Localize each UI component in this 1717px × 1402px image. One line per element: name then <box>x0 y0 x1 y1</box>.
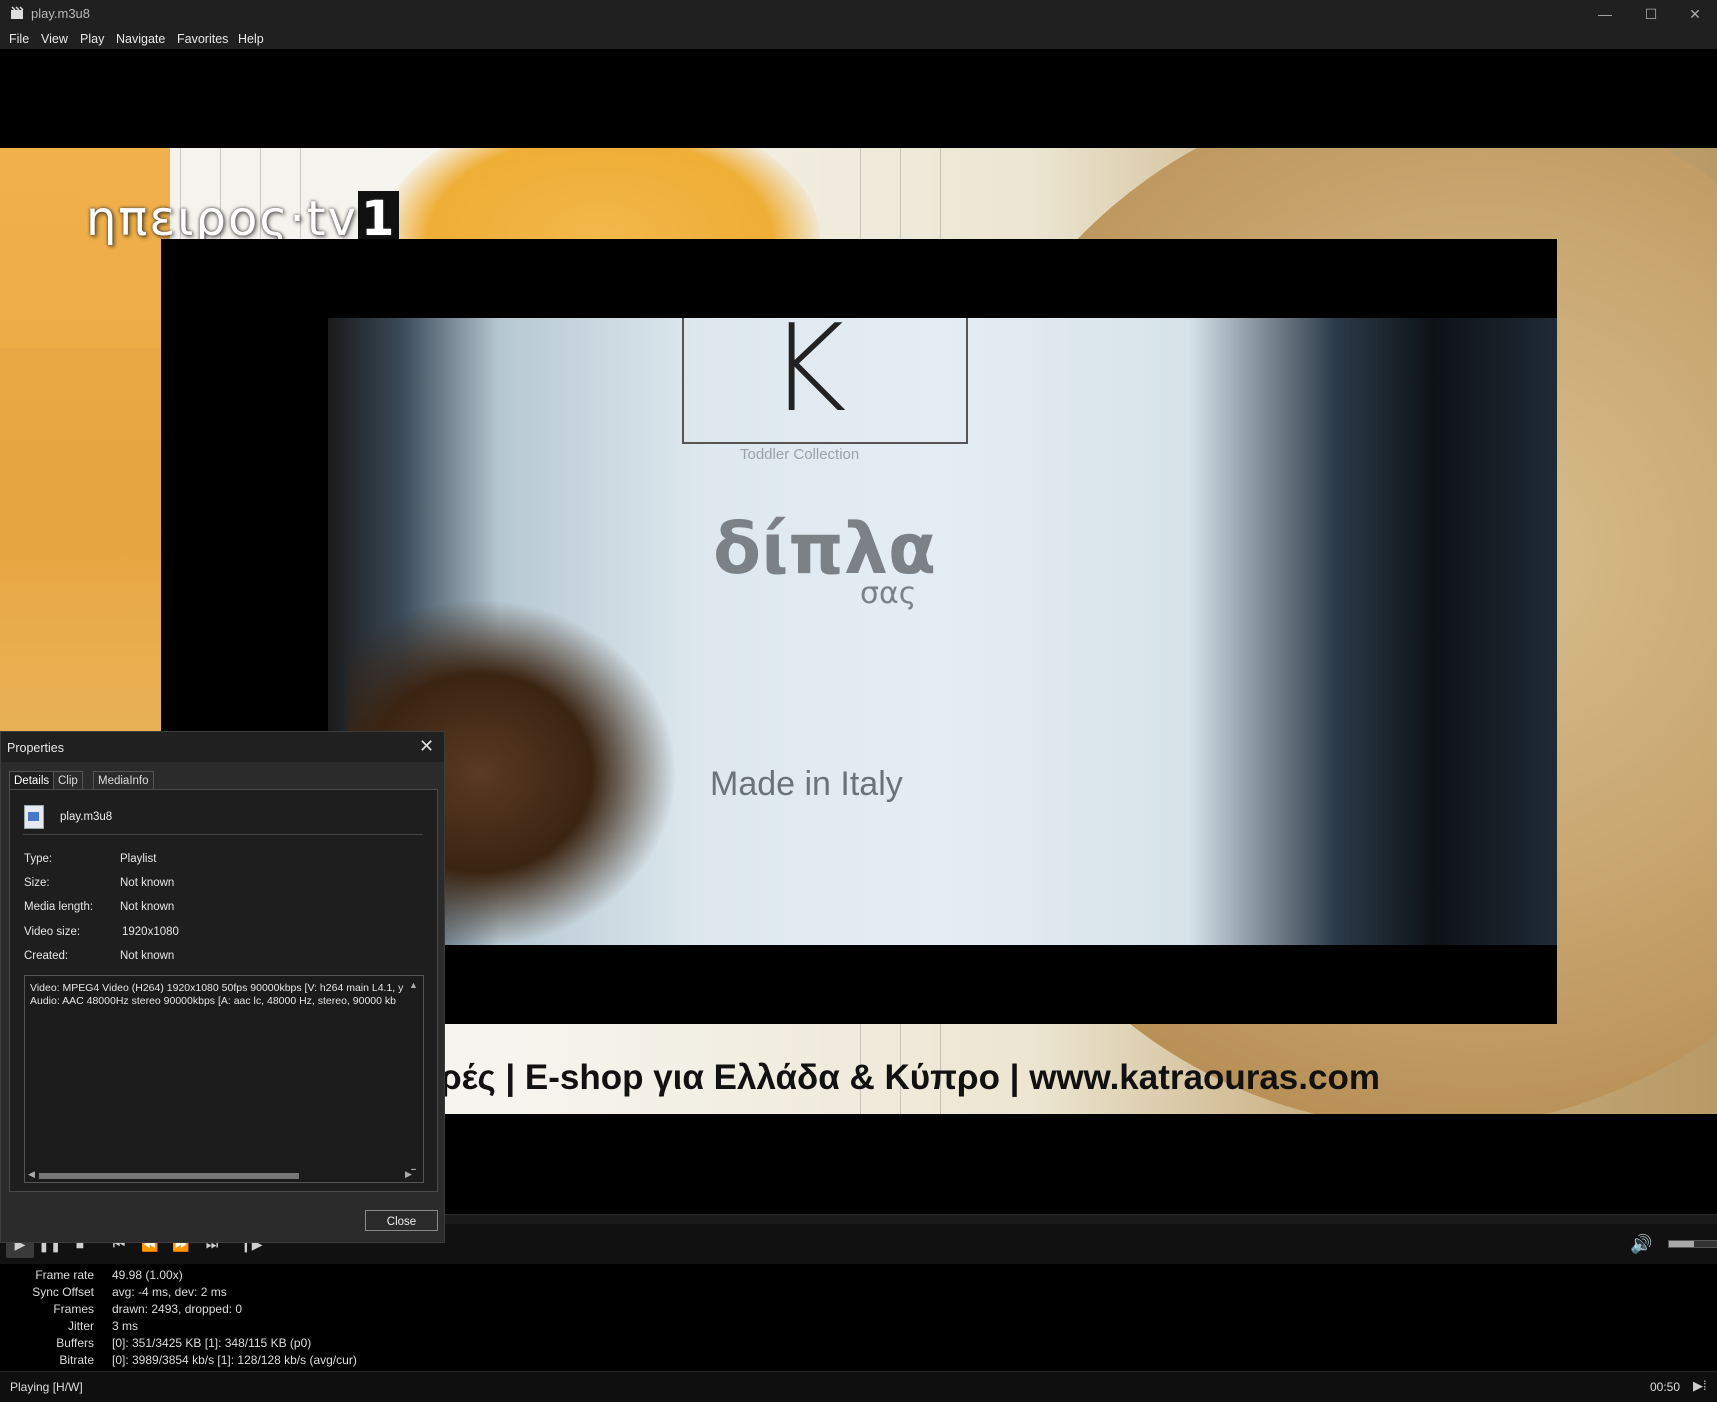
stat-value: drawn: 2493, dropped: 0 <box>112 1302 243 1316</box>
prop-label: Type: <box>24 853 53 865</box>
menu-play[interactable]: Play <box>80 32 104 46</box>
stat-label: Bitrate <box>59 1353 94 1367</box>
prop-label: Media length: <box>24 901 94 913</box>
dialog-title-bar: Properties ✕ <box>1 732 444 762</box>
stat-value: 49.98 (1.00x) <box>112 1268 183 1282</box>
file-icon <box>24 805 44 829</box>
stat-label: Frame rate <box>35 1268 94 1282</box>
brand-tagline: Toddler Collection <box>740 446 860 463</box>
app-icon <box>10 6 24 20</box>
scroll-thumb[interactable] <box>39 1173 299 1179</box>
stat-value: avg: -4 ms, dev: 2 ms <box>112 1285 227 1299</box>
dialog-close-icon[interactable]: ✕ <box>419 736 434 757</box>
scroll-right-icon[interactable]: ▶ <box>405 1169 412 1180</box>
prop-value: Playlist <box>120 853 157 865</box>
close-icon[interactable]: ✕ <box>1672 0 1717 28</box>
media-info-text[interactable]: Video: MPEG4 Video (H264) 1920x1080 50fp… <box>24 975 424 1183</box>
menu-help[interactable]: Help <box>238 32 264 46</box>
prop-value: Not known <box>120 950 175 962</box>
stat-label: Frames <box>53 1302 94 1316</box>
menu-navigate[interactable]: Navigate <box>116 32 165 46</box>
prop-value: Not known <box>120 901 175 913</box>
menu-favorites[interactable]: Favorites <box>177 32 228 46</box>
scroll-up-icon[interactable]: ▲ <box>409 980 418 990</box>
menu-view[interactable]: View <box>41 32 68 46</box>
properties-dialog: Properties ✕ Details Clip MediaInfo play… <box>0 731 445 1243</box>
file-name: play.m3u8 <box>60 811 113 823</box>
stat-label: Sync Offset <box>32 1285 94 1299</box>
volume-level <box>1669 1241 1694 1247</box>
status-time: 00:50 <box>1650 1380 1681 1394</box>
prop-label: Created: <box>24 950 69 962</box>
info-line: Audio: AAC 48000Hz stereo 90000kbps [A: … <box>30 995 396 1007</box>
advert-frame: K Toddler Collection δίπλα σας Made in I… <box>328 318 1557 945</box>
menu-file[interactable]: File <box>9 32 29 46</box>
prop-value: Not known <box>120 877 175 889</box>
brand-subtitle: σας <box>860 576 917 611</box>
made-in-label: Made in Italy <box>710 765 903 803</box>
details-panel: play.m3u8 Type: Playlist Size: Not known… <box>9 789 438 1192</box>
volume-slider[interactable] <box>1668 1240 1717 1248</box>
volume-icon[interactable]: 🔊 <box>1630 1234 1652 1255</box>
stat-value: 3 ms <box>112 1319 139 1333</box>
status-icon[interactable]: ▶⁞ <box>1693 1378 1707 1394</box>
stat-value: [0]: 3989/3854 kb/s [1]: 128/128 kb/s (a… <box>112 1353 357 1367</box>
minimize-icon[interactable]: — <box>1582 0 1628 28</box>
stat-value: [0]: 351/3425 KB [1]: 348/115 KB (p0) <box>112 1336 312 1350</box>
window-title: play.m3u8 <box>31 6 91 21</box>
title-bar: play.m3u8 — ☐ ✕ <box>0 0 1717 28</box>
scroll-left-icon[interactable]: ◀ <box>28 1169 35 1180</box>
menu-bar: File View Play Navigate Favorites Help <box>0 28 1717 49</box>
divider <box>23 834 423 835</box>
prop-value: 1920x1080 <box>122 926 179 938</box>
stats-panel: Frame rate 49.98 (1.00x) Sync Offset avg… <box>0 1264 1717 1371</box>
status-text: Playing [H/W] <box>10 1380 83 1394</box>
tab-details[interactable]: Details <box>9 771 55 790</box>
stat-label: Buffers <box>56 1336 94 1350</box>
dialog-title: Properties <box>7 741 64 755</box>
info-line: Video: MPEG4 Video (H264) 1920x1080 50fp… <box>30 982 404 994</box>
tab-clip[interactable]: Clip <box>53 771 83 790</box>
prop-label: Size: <box>24 877 50 889</box>
close-button[interactable]: Close <box>365 1210 438 1231</box>
status-bar: Playing [H/W] 00:50 ▶⁞ <box>0 1371 1717 1402</box>
tab-mediainfo[interactable]: MediaInfo <box>93 771 154 790</box>
prop-label: Video size: <box>24 926 81 938</box>
stat-label: Jitter <box>67 1319 94 1333</box>
maximize-icon[interactable]: ☐ <box>1628 0 1674 28</box>
ticker-text: ρές | E-shop για Ελλάδα & Κύπρο | www.ka… <box>440 1058 1380 1097</box>
brand-letter: K <box>768 318 847 439</box>
horizontal-scrollbar[interactable]: ◀ ▶ <box>25 1169 421 1181</box>
